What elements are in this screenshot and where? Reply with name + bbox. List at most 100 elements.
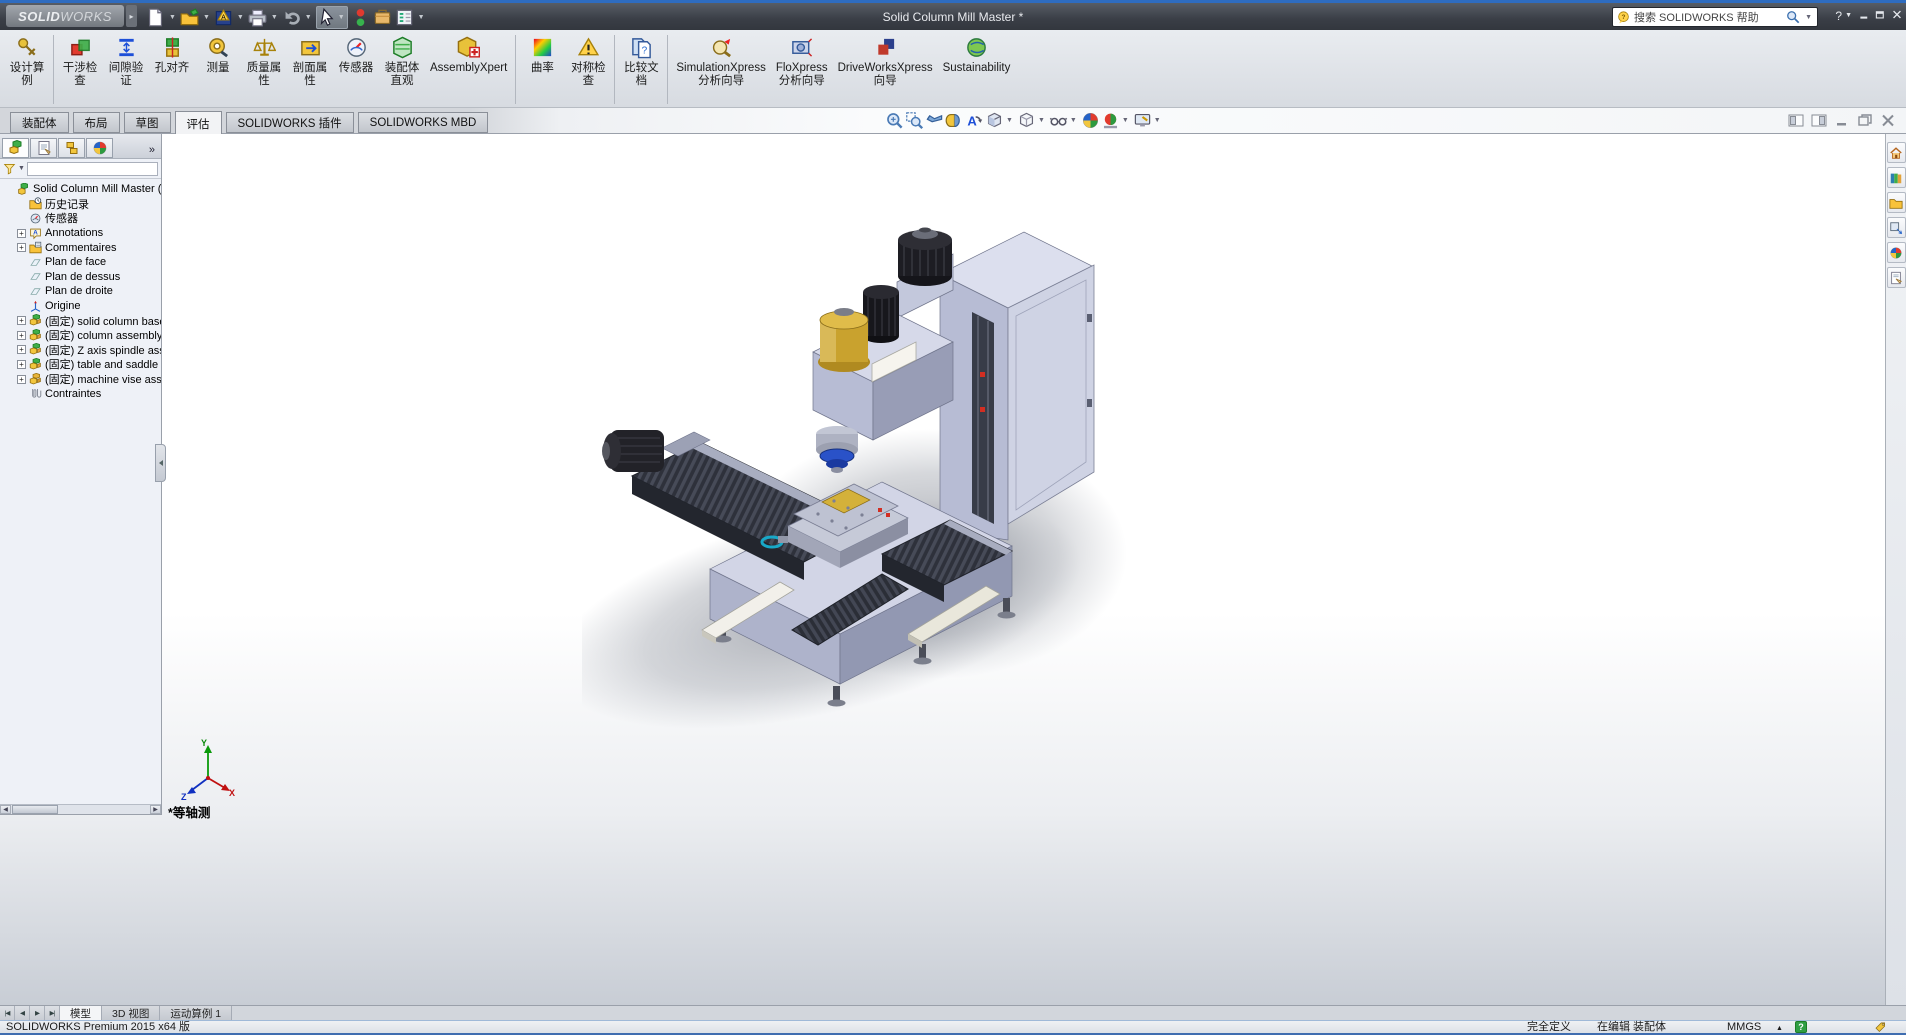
tree-item-top-plane[interactable]: Plan de dessus: [2, 270, 161, 285]
tab-scroll-prev-icon[interactable]: ◀: [15, 1006, 30, 1020]
tab-motion-study-1[interactable]: 运动算例 1: [160, 1006, 232, 1020]
tab-solidworks-addins[interactable]: SOLIDWORKS 插件: [226, 112, 354, 133]
hide-show-dropdown-icon[interactable]: ▼: [1070, 117, 1077, 124]
tree-item-origin[interactable]: Origine: [2, 299, 161, 314]
rebuild-icon[interactable]: [351, 8, 370, 27]
filter-input[interactable]: [27, 162, 158, 176]
tab-property-manager[interactable]: [30, 138, 57, 158]
task-pane-appearances-button[interactable]: [1887, 242, 1906, 263]
tree-item-column-assembly[interactable]: +(固定) column assembly<: [2, 328, 161, 343]
open-icon[interactable]: [180, 8, 199, 27]
expand-icon[interactable]: +: [17, 243, 26, 252]
zoom-to-area-icon[interactable]: [905, 111, 924, 130]
ribbon-item-assemblyxpert[interactable]: AssemblyXpert: [425, 32, 512, 107]
panel-horizontal-scrollbar[interactable]: ◀ ▶: [0, 804, 161, 814]
tab-scroll-first-icon[interactable]: |◀: [0, 1006, 15, 1020]
units-dropdown-icon[interactable]: ▲: [1776, 1023, 1783, 1035]
tree-item-solid-column-base[interactable]: +(固定) solid column base: [2, 313, 161, 328]
filter-funnel-icon[interactable]: [3, 162, 16, 175]
expand-icon[interactable]: +: [17, 375, 26, 384]
ribbon-item-design-study[interactable]: 设计算 例: [4, 32, 50, 107]
task-pane-design-library-button[interactable]: [1887, 167, 1906, 188]
ribbon-item-floxpress[interactable]: FloXpress 分析向导: [771, 32, 833, 107]
undo-icon[interactable]: [282, 8, 301, 27]
display-style-icon[interactable]: [1017, 111, 1036, 130]
save-dropdown-icon[interactable]: ▼: [237, 14, 244, 21]
ribbon-item-compare-documents[interactable]: ?比较文 档: [618, 32, 664, 107]
ribbon-item-section-properties[interactable]: 剖面属 性: [287, 32, 333, 107]
task-pane-resources-button[interactable]: [1887, 142, 1906, 163]
help-button[interactable]: ?: [1835, 9, 1842, 23]
task-pane-custom-properties-button[interactable]: [1887, 267, 1906, 288]
mill-machine-model[interactable]: [582, 224, 1142, 744]
task-pane-view-palette-button[interactable]: [1887, 217, 1906, 238]
close-button[interactable]: [1891, 9, 1903, 20]
scroll-right-icon[interactable]: ▶: [150, 805, 161, 814]
tree-item-comments[interactable]: +Commentaires: [2, 240, 161, 255]
search-icon[interactable]: [1786, 10, 1800, 24]
hide-show-items-icon[interactable]: [1049, 111, 1068, 130]
tab-layout[interactable]: 布局: [73, 112, 120, 133]
zoom-to-fit-icon[interactable]: [885, 111, 904, 130]
expand-icon[interactable]: +: [17, 316, 26, 325]
ribbon-item-assembly-visualization[interactable]: 装配体 直观: [379, 32, 425, 107]
ribbon-item-curvature[interactable]: 曲率: [519, 32, 565, 107]
view-orientation-dropdown-icon[interactable]: ▼: [1006, 117, 1013, 124]
view-orientation-icon[interactable]: [985, 111, 1004, 130]
options-icon[interactable]: [395, 8, 414, 27]
tree-root[interactable]: Solid Column Mill Master (D: [2, 182, 161, 197]
panel-tabs-overflow[interactable]: »: [149, 144, 160, 158]
ribbon-item-clearance-verify[interactable]: 间隙验 证: [103, 32, 149, 107]
display-style-dropdown-icon[interactable]: ▼: [1038, 117, 1045, 124]
tree-item-right-plane[interactable]: Plan de droite: [2, 284, 161, 299]
split-pane-right-icon[interactable]: [1811, 114, 1827, 127]
tab-display-manager[interactable]: [86, 138, 113, 158]
tab-evaluate[interactable]: 评估: [175, 111, 222, 135]
select-tool-button[interactable]: ▼: [316, 6, 348, 29]
apply-scene-icon[interactable]: [1101, 111, 1120, 130]
tree-item-history[interactable]: 历史记录: [2, 197, 161, 212]
new-dropdown-icon[interactable]: ▼: [169, 14, 176, 21]
tab-scroll-next-icon[interactable]: ▶: [30, 1006, 45, 1020]
tab-sketch[interactable]: 草图: [124, 112, 171, 133]
select-dropdown-icon[interactable]: ▼: [338, 14, 345, 21]
menu-expand-arrow[interactable]: ▸: [126, 5, 137, 27]
tree-item-z-axis-spindle[interactable]: +(固定) Z axis spindle asse: [2, 343, 161, 358]
doc-close-icon[interactable]: [1880, 114, 1896, 127]
tab-scroll-last-icon[interactable]: ▶|: [45, 1006, 60, 1020]
view-settings-icon[interactable]: [1133, 111, 1152, 130]
expand-icon[interactable]: +: [17, 229, 26, 238]
ribbon-item-hole-alignment[interactable]: 孔对齐: [149, 32, 195, 107]
ribbon-item-sustainability[interactable]: Sustainability: [938, 32, 1016, 107]
tab-feature-tree[interactable]: [2, 138, 29, 158]
tab-solidworks-mbd[interactable]: SOLIDWORKS MBD: [358, 112, 489, 133]
tab-3d-views[interactable]: 3D 视图: [102, 1006, 160, 1020]
doc-minimize-icon[interactable]: [1834, 114, 1850, 127]
expand-icon[interactable]: +: [17, 345, 26, 354]
minimize-button[interactable]: [1859, 9, 1870, 20]
previous-view-icon[interactable]: [925, 111, 944, 130]
units-selector[interactable]: MMGS: [1727, 1021, 1761, 1033]
annotation-view-icon[interactable]: A: [965, 111, 984, 130]
graphics-area[interactable]: Y X Z *等轴测 » ▼ Solid C: [0, 134, 1906, 1005]
quick-tips-icon[interactable]: ?: [1795, 1021, 1807, 1033]
restore-button[interactable]: [1875, 9, 1886, 20]
ribbon-item-driveworksxpress[interactable]: DriveWorksXpress 向导: [833, 32, 938, 107]
search-help-box[interactable]: ? 搜索 SOLIDWORKS 帮助 ▼: [1612, 7, 1818, 27]
tags-icon[interactable]: [1874, 1021, 1887, 1033]
apply-scene-dropdown-icon[interactable]: ▼: [1122, 117, 1129, 124]
ribbon-item-interference-check[interactable]: 干涉检 查: [57, 32, 103, 107]
scroll-left-icon[interactable]: ◀: [0, 805, 11, 814]
tab-configuration-manager[interactable]: [58, 138, 85, 158]
filter-dropdown-icon[interactable]: ▼: [18, 165, 25, 172]
open-dropdown-icon[interactable]: ▼: [203, 14, 210, 21]
doc-restore-icon[interactable]: [1857, 114, 1873, 127]
scroll-thumb[interactable]: [12, 805, 58, 814]
ribbon-item-measure[interactable]: 测量: [195, 32, 241, 107]
save-icon[interactable]: A: [214, 8, 233, 27]
expand-icon[interactable]: +: [17, 360, 26, 369]
ribbon-item-symmetry-check[interactable]: 对称检 查: [565, 32, 611, 107]
panel-splitter-handle[interactable]: [155, 444, 166, 482]
help-dropdown-icon[interactable]: ▼: [1845, 12, 1852, 19]
edit-appearance-ball-icon[interactable]: [1081, 111, 1100, 130]
